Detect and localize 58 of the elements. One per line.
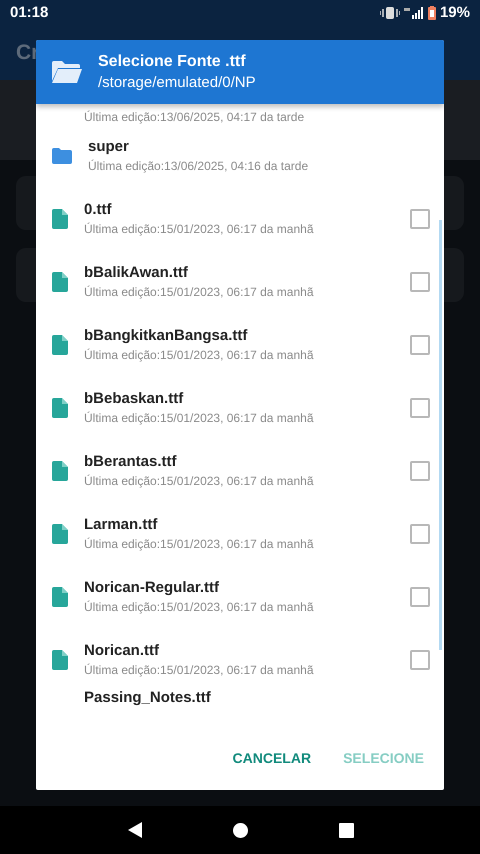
signal-icon xyxy=(404,6,424,18)
file-name: Norican-Regular.ttf xyxy=(84,579,220,596)
file-list-item[interactable]: bBangkitkanBangsa.ttf Última edição:15/01/2023, 06:17 da manhã xyxy=(36,313,444,376)
checkbox[interactable] xyxy=(410,398,430,418)
battery-icon xyxy=(428,6,436,20)
file-name: Larman.ttf xyxy=(84,516,158,533)
checkbox[interactable] xyxy=(410,650,430,670)
folder-icon xyxy=(52,61,82,83)
folder-icon xyxy=(52,148,72,164)
file-icon xyxy=(52,650,68,670)
file-name: 0.ttf xyxy=(84,201,112,218)
file-date: Última edição:15/01/2023, 06:17 da manhã xyxy=(84,474,314,488)
file-list-item[interactable]: bBalikAwan.ttf Última edição:15/01/2023, 06:17 da manhã xyxy=(36,250,444,313)
checkbox[interactable] xyxy=(410,460,430,480)
file-date: Última edição:15/01/2023, 06:17 da manhã xyxy=(84,537,314,551)
file-name: bBerantas.ttf xyxy=(84,453,178,470)
file-icon xyxy=(52,524,68,544)
checkbox[interactable] xyxy=(410,208,430,228)
file-list-item[interactable]: Larman.ttf Última edição:15/01/2023, 06:17 da manhã xyxy=(36,502,444,565)
status-time: 01:18 xyxy=(10,4,48,21)
file-icon xyxy=(52,334,68,354)
home-icon[interactable] xyxy=(232,822,248,838)
file-date: Última edição:15/01/2023, 06:17 da manhã xyxy=(84,663,314,677)
vibrate-icon xyxy=(380,6,400,18)
file-date: Última edição:13/06/2025, 04:17 da tarde xyxy=(83,110,306,124)
file-date: Última edição:15/01/2023, 06:17 da manhã xyxy=(84,285,314,299)
back-icon[interactable] xyxy=(126,822,142,838)
dialog-title: Selecione Fonte .ttf xyxy=(98,53,247,71)
file-list-item[interactable]: bBerantas.ttf Última edição:15/01/2023, 06:17 da manhã xyxy=(36,439,444,502)
file-icon xyxy=(52,208,68,228)
file-date: Última edição:15/01/2023, 06:17 da manhã xyxy=(84,411,314,425)
file-name: bBalikAwan.ttf xyxy=(84,264,189,281)
checkbox[interactable] xyxy=(410,524,430,544)
folder-path: /storage/emulated/0/NP xyxy=(98,74,256,91)
file-list-item[interactable]: 0.ttf Última edição:15/01/2023, 06:17 da manhã xyxy=(36,187,444,250)
file-name: super xyxy=(88,138,130,155)
file-list-item[interactable]: super Última edição:13/06/2025, 04:16 da tarde xyxy=(36,124,444,187)
file-list-item[interactable]: Norican-Regular.ttf Última edição:15/01/2023, 06:17 da manhã xyxy=(36,565,444,628)
checkbox[interactable] xyxy=(410,334,430,354)
file-icon xyxy=(52,272,68,292)
file-icon xyxy=(52,586,68,606)
checkbox[interactable] xyxy=(410,272,430,292)
file-name: bBebaskan.ttf xyxy=(84,390,184,407)
battery-percent: 19% xyxy=(440,4,470,21)
file-icon xyxy=(52,398,68,418)
recents-icon[interactable] xyxy=(339,822,354,838)
file-name: Passing_Notes.ttf xyxy=(83,689,212,706)
file-list-item[interactable]: bBebaskan.ttf Última edição:15/01/2023, 06:17 da manhã xyxy=(36,376,444,439)
file-name: bBangkitkanBangsa.ttf xyxy=(84,327,248,344)
file-date: Última edição:15/01/2023, 06:17 da manhã xyxy=(84,600,314,614)
checkbox[interactable] xyxy=(410,586,430,606)
file-name: Norican.ttf xyxy=(84,642,160,659)
file-date: Última edição:15/01/2023, 06:17 da manhã xyxy=(84,222,314,236)
cancel-button[interactable]: CANCELAR xyxy=(220,742,324,774)
file-date: Última edição:13/06/2025, 04:16 da tarde xyxy=(88,159,310,173)
file-list-item[interactable]: Norican.ttf Última edição:15/01/2023, 06:17 da manhã xyxy=(36,628,444,691)
file-icon xyxy=(52,460,68,480)
file-date: Última edição:15/01/2023, 06:17 da manhã xyxy=(84,348,314,362)
